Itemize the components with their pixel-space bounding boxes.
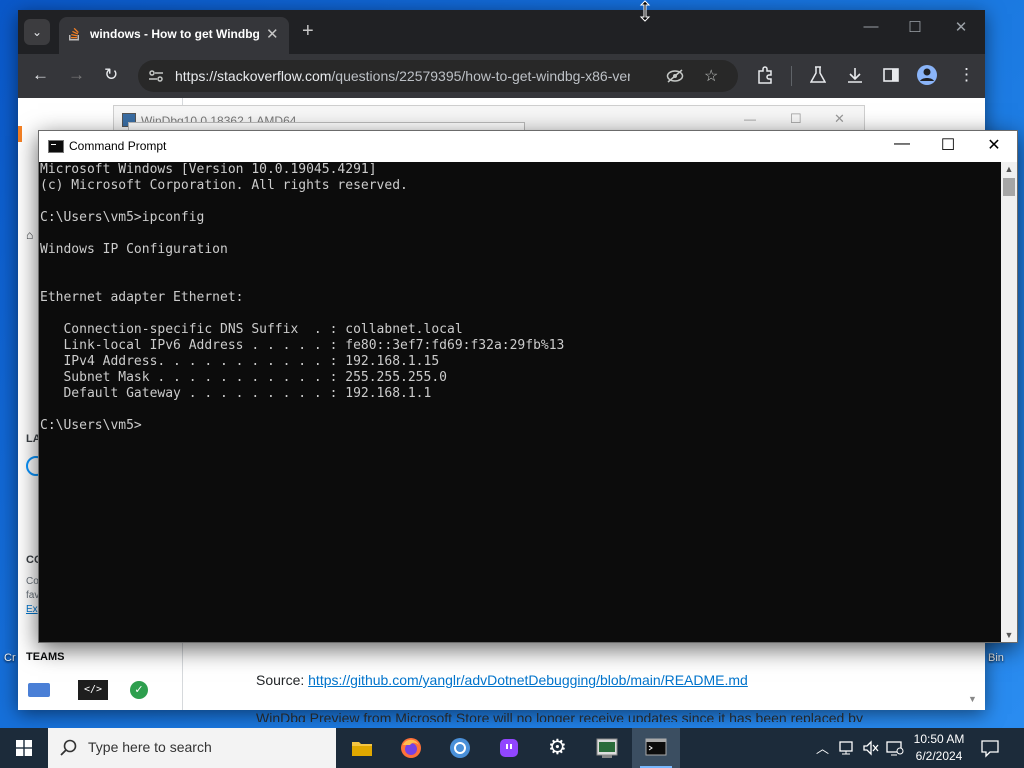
cmd-title: Command Prompt (69, 139, 167, 153)
so-code-icon[interactable]: </> (78, 680, 108, 700)
command-prompt-window[interactable]: Command Prompt — ☐ ✕ Microsoft Windows [… (38, 130, 1018, 643)
taskbar: Type here to search ⚙ ︿ 10:50 AM 6/2/202… (0, 728, 1024, 768)
search-icon (60, 739, 77, 756)
cmd-line: Microsoft Windows [Version 10.0.19045.42… (40, 162, 377, 177)
profile-avatar-icon[interactable] (916, 64, 938, 86)
browser-maximize-button[interactable]: ☐ (892, 18, 938, 36)
tab-close-icon[interactable]: ✕ (266, 25, 279, 43)
cmd-line: Link-local IPv6 Address . . . . . : fe80… (40, 338, 565, 353)
forward-arrow-icon[interactable]: → (68, 65, 85, 85)
so-teams-heading: TEAMS (26, 651, 65, 663)
taskbar-search-box[interactable]: Type here to search (48, 728, 336, 768)
browser-close-button[interactable]: ✕ (938, 18, 984, 36)
cmd-line: C:\Users\vm5>ipconfig (40, 210, 205, 225)
new-tab-button[interactable]: + (302, 20, 314, 43)
so-chat-icon[interactable] (28, 683, 50, 697)
start-button[interactable] (0, 728, 48, 768)
extensions-icon[interactable] (756, 66, 774, 84)
search-placeholder: Type here to search (88, 739, 212, 755)
scroll-down-arrow-icon[interactable]: ▼ (1001, 628, 1017, 642)
resize-cursor-icon (639, 0, 651, 22)
stackoverflow-favicon-icon (69, 28, 79, 41)
volume-muted-icon[interactable] (862, 740, 880, 756)
browser-toolbar: ← → ↻ https://stackoverflow.com/question… (18, 54, 985, 98)
recycle-bin-label[interactable]: Bin (988, 652, 1004, 664)
firefox-icon (401, 738, 421, 758)
taskbar-command-prompt[interactable] (632, 728, 680, 768)
desktop-icon-label-left[interactable]: Cr (4, 652, 16, 664)
cmd-line: Connection-specific DNS Suffix . : colla… (40, 322, 463, 337)
cmd-titlebar[interactable]: Command Prompt — ☐ ✕ (39, 131, 1017, 162)
notification-center-icon[interactable] (980, 738, 1000, 758)
bookmark-star-icon[interactable]: ☆ (704, 66, 718, 86)
so-check-icon[interactable]: ✓ (130, 681, 148, 699)
source-label: Source: (256, 672, 309, 688)
windbg-minimize-button[interactable]: — (744, 112, 756, 126)
cmd-minimize-button[interactable]: — (879, 135, 925, 153)
site-info-icon[interactable] (148, 69, 164, 83)
toolbar-divider (791, 66, 792, 86)
browser-minimize-button[interactable]: — (848, 18, 894, 35)
taskbar-clock[interactable]: 10:50 AM 6/2/2024 (906, 731, 972, 765)
taskbar-settings[interactable]: ⚙ (534, 728, 582, 768)
taskbar-firefox[interactable] (387, 728, 435, 768)
answer-text-cut: WinDbg Preview from Microsoft Store will… (256, 710, 863, 722)
url-domain: https://stackoverflow.com (175, 68, 332, 84)
source-line: Source: https://github.com/yanglr/advDot… (256, 672, 748, 688)
browser-menu-icon[interactable]: ⋮ (958, 65, 975, 85)
so-explore-link[interactable]: Ex (26, 604, 38, 615)
so-home-icon[interactable]: ⌂ (26, 228, 33, 242)
cmd-line: IPv4 Address. . . . . . . . . . . : 192.… (40, 354, 440, 369)
cmd-line: (c) Microsoft Corporation. All rights re… (40, 178, 408, 193)
tab-search-button[interactable]: ⌄ (24, 19, 50, 45)
cmd-line: Default Gateway . . . . . . . . . : 192.… (40, 386, 432, 401)
page-scroll-down-icon[interactable]: ▼ (968, 694, 977, 704)
settings-gear-icon: ⚙ (548, 736, 567, 759)
sidebar-accent (18, 126, 22, 142)
cmd-icon (645, 738, 667, 756)
cmd-close-button[interactable]: ✕ (971, 135, 1017, 155)
display-icon[interactable] (886, 740, 904, 756)
cmd-line: Subnet Mask . . . . . . . . . . . : 255.… (40, 370, 447, 385)
folder-icon (352, 742, 372, 756)
eye-off-icon[interactable] (666, 68, 684, 84)
windbg-icon (596, 738, 618, 758)
browser-tab-active[interactable]: windows - How to get Windbg ✕ (59, 17, 289, 54)
show-hidden-icons-chevron-icon[interactable]: ︿ (816, 738, 829, 757)
url-path: /questions/22579395/how-to-get-windbg-x8… (331, 68, 630, 84)
tab-title: windows - How to get Windbg (90, 27, 260, 41)
taskbar-twitch[interactable] (485, 728, 533, 768)
taskbar-windbg[interactable] (583, 728, 631, 768)
taskbar-chrome[interactable] (436, 728, 484, 768)
chrome-icon (450, 738, 470, 758)
twitch-icon (500, 739, 518, 757)
clock-date: 6/2/2024 (915, 749, 963, 763)
tab-strip: ⌄ windows - How to get Windbg ✕ + — ☐ ✕ (18, 10, 985, 54)
cmd-line: Ethernet adapter Ethernet: (40, 290, 244, 305)
url-text: https://stackoverflow.com/questions/2257… (175, 68, 630, 84)
windbg-close-button[interactable]: ✕ (834, 111, 845, 127)
windows-logo-icon (16, 740, 32, 756)
address-bar[interactable]: https://stackoverflow.com/questions/2257… (138, 60, 738, 92)
taskbar-file-explorer[interactable] (338, 728, 386, 768)
labs-flask-icon[interactable] (810, 66, 826, 84)
download-icon[interactable] (846, 66, 864, 84)
source-link[interactable]: https://github.com/yanglr/advDotnetDebug… (308, 672, 748, 688)
windbg-maximize-button[interactable]: ☐ (790, 111, 802, 127)
reload-icon[interactable]: ↻ (104, 65, 118, 85)
cmd-console[interactable]: Microsoft Windows [Version 10.0.19045.42… (39, 162, 1001, 642)
cmd-app-icon (48, 140, 64, 153)
network-icon[interactable] (838, 740, 856, 756)
scroll-up-arrow-icon[interactable]: ▲ (1001, 162, 1017, 176)
cmd-line: Windows IP Configuration (40, 242, 228, 257)
so-section-text-co: Co (26, 576, 39, 587)
cmd-scroll-thumb[interactable] (1003, 178, 1015, 196)
cmd-prompt-line: C:\Users\vm5> (40, 418, 142, 433)
cmd-scrollbar[interactable]: ▲ ▼ (1001, 162, 1017, 642)
back-arrow-icon[interactable]: ← (32, 65, 49, 85)
clock-time: 10:50 AM (913, 732, 965, 746)
cmd-maximize-button[interactable]: ☐ (925, 135, 971, 155)
side-panel-icon[interactable] (882, 66, 900, 84)
